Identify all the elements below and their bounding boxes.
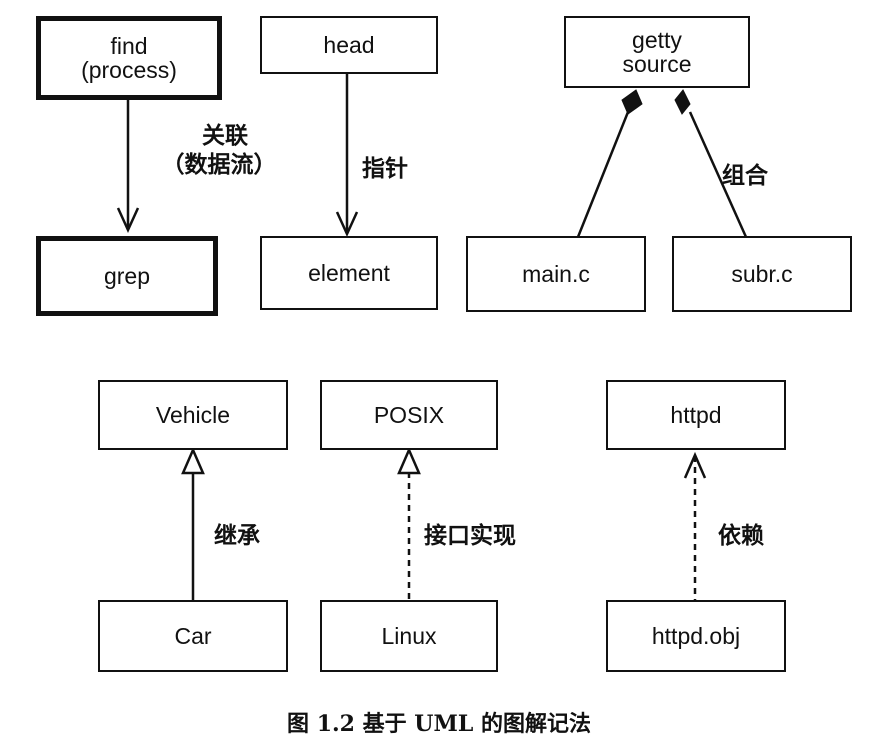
subr-c-box: subr.c: [672, 236, 852, 312]
process-label: (process): [81, 57, 177, 83]
pointer-arrow: [335, 74, 359, 238]
element-label: element: [308, 259, 390, 286]
dependency-label: 依赖: [718, 523, 764, 549]
source-label: source: [622, 51, 692, 77]
car-label: Car: [174, 622, 212, 649]
httpd-box: httpd: [606, 380, 786, 450]
realization-arrow: [397, 446, 421, 600]
association-arrow: [116, 100, 140, 234]
head-box: head: [260, 16, 438, 74]
pointer-label: 指针: [362, 156, 408, 182]
httpd-obj-box: httpd.obj: [606, 600, 786, 672]
find-label: find: [110, 32, 148, 59]
getty-source-box: getty source: [564, 16, 750, 88]
grep-label: grep: [103, 262, 151, 289]
main-c-box: main.c: [466, 236, 646, 312]
httpd-obj-label: httpd.obj: [651, 622, 741, 649]
inheritance-arrow: [181, 446, 205, 600]
grep-box: grep: [36, 236, 218, 316]
dependency-arrow: [683, 451, 707, 600]
interface-realization-label: 接口实现: [424, 523, 516, 549]
association-label-line2: （数据流）: [161, 151, 277, 178]
httpd-label: httpd: [670, 401, 722, 428]
main-c-label: main.c: [522, 260, 590, 287]
getty-label: getty: [632, 26, 682, 53]
vehicle-box: Vehicle: [98, 380, 288, 450]
association-label-line1: 关联: [202, 123, 248, 149]
posix-label: POSIX: [373, 401, 445, 428]
car-box: Car: [98, 600, 288, 672]
vehicle-label: Vehicle: [155, 401, 231, 428]
composition-label: 组合: [722, 163, 768, 189]
association-label: 关联 （数据流）: [162, 122, 280, 180]
linux-box: Linux: [320, 600, 498, 672]
inheritance-label: 继承: [214, 523, 260, 549]
figure-caption: 图 1.2 基于 UML 的图解记法: [287, 711, 591, 737]
subr-c-label: subr.c: [731, 260, 793, 287]
element-box: element: [260, 236, 438, 310]
head-label: head: [323, 31, 375, 58]
linux-label: Linux: [381, 622, 437, 649]
find-process-box: find (process): [36, 16, 222, 100]
composition-line-left: [576, 89, 643, 238]
posix-box: POSIX: [320, 380, 498, 450]
